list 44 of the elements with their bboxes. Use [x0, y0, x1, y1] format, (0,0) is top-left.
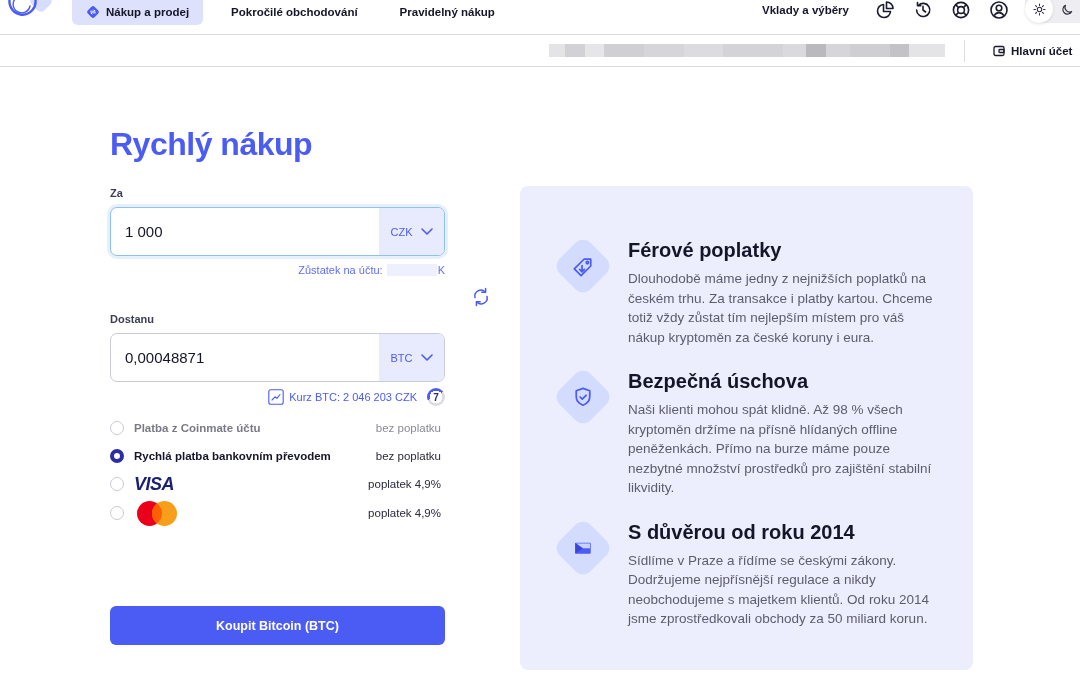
- fee-text: poplatek 4,9%: [368, 507, 441, 519]
- exchange-rate-text: Kurz BTC: 2 046 203 CZK: [289, 391, 417, 403]
- card-logo-icon: [137, 500, 177, 526]
- currency-select[interactable]: CZK: [379, 208, 444, 255]
- feature-title: Férové poplatky: [628, 238, 782, 262]
- history-icon[interactable]: [913, 0, 933, 20]
- deposits-link[interactable]: Vklady a výběry: [762, 4, 849, 16]
- nav-tab[interactable]: Pokročilé obchodování: [217, 0, 372, 25]
- pie-chart-icon[interactable]: [875, 0, 895, 20]
- sun-icon[interactable]: [1025, 0, 1053, 23]
- buy-button[interactable]: Koupit Bitcoin (BTC): [110, 606, 445, 645]
- balance-text-fragment: K: [437, 264, 445, 276]
- currency-select[interactable]: BTC: [379, 334, 444, 381]
- page-title: Rychlý nákup: [110, 125, 313, 164]
- lifebuoy-icon[interactable]: [951, 0, 971, 20]
- chart-icon[interactable]: [268, 389, 285, 405]
- exchange-icon: [86, 4, 100, 19]
- chevron-down-icon: [420, 228, 433, 235]
- fee-text: bez poplatku: [375, 450, 441, 462]
- feature-description: Naši klienti mohou spát klidně. Až 98 % všech kryptoměn držíme na přísně hlídaných offline peněženkách. Přímo na burze máme pouze nezbytné množství prostředků pro zajištění stabilní likvidity.: [628, 401, 933, 497]
- nav-tab[interactable]: Nákup a prodej: [72, 0, 204, 25]
- countdown-timer: 7: [427, 388, 445, 406]
- feature-title: S důvěrou od roku 2014: [628, 519, 855, 544]
- chevron-down-icon: [420, 354, 433, 361]
- payment-method-label: Platba z Coinmate účtu: [134, 422, 261, 434]
- user-icon[interactable]: [989, 0, 1009, 20]
- amount-input[interactable]: 0,00048871 BTC: [110, 333, 445, 382]
- payment-method-label: Rychlá platba bankovním převodem: [134, 450, 331, 462]
- feature-title: Bezpečná úschova: [628, 369, 809, 393]
- amount-input[interactable]: 1 000 CZK: [110, 207, 445, 256]
- nav-tab[interactable]: Pravidelný nákup: [385, 0, 509, 25]
- fee-text: poplatek 4,9%: [368, 478, 441, 490]
- field-label: Dostanu: [110, 312, 154, 326]
- account-switcher[interactable]: Hlavní účet: [993, 44, 1073, 57]
- radio-button[interactable]: [110, 449, 124, 463]
- fee-text: bez poplatku: [375, 422, 441, 434]
- balance-label: Zůstatek na účtu:: [298, 264, 383, 276]
- visa-logo: VISA: [134, 473, 174, 495]
- wallet-icon: [993, 44, 1005, 57]
- swap-icon[interactable]: [471, 287, 491, 307]
- field-label: Za: [110, 186, 123, 200]
- theme-toggle[interactable]: [1025, 0, 1080, 23]
- feature-description: Sídlíme v Praze a řídíme se českými zákony. Dodržujeme nejpřísnější regulace a nikdy neobchodujeme s majetkem klientů. Od roku 2014 jsme zprostředkovali obchody za 50 miliard korun.: [628, 551, 930, 628]
- feature-description: Dlouhodobě máme jedny z nejnižších poplatků na českém trhu. Za transakce i platby kartou. Chceme totiž vždy zůstat tím nejlepším místem pro váš nákup kryptoměn za české koruny i eura.: [628, 270, 934, 347]
